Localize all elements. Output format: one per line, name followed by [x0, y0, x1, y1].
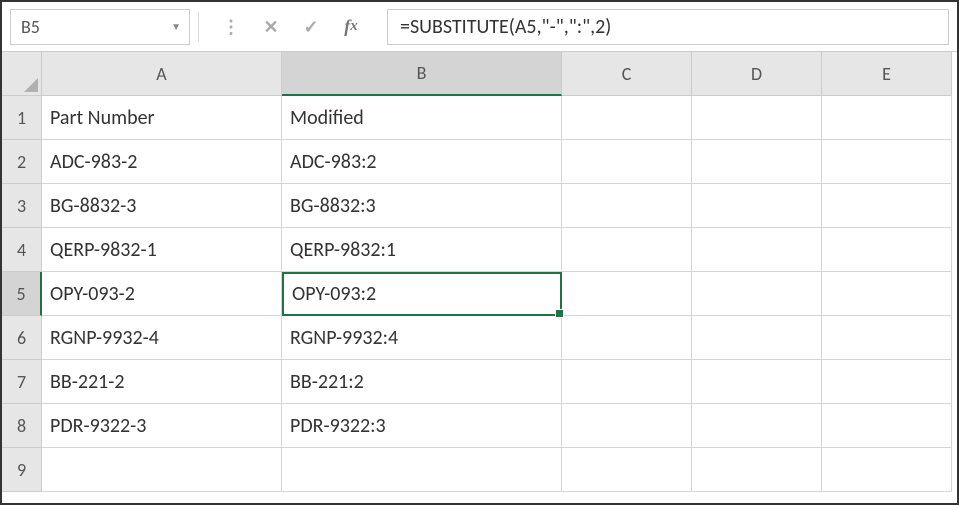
- cell-B4[interactable]: QERP-9832:1: [282, 228, 562, 272]
- cell-C4[interactable]: [562, 228, 692, 272]
- cell-A6[interactable]: RGNP-9932-4: [42, 316, 282, 360]
- row-header-1[interactable]: 1: [2, 96, 42, 140]
- name-box[interactable]: B5 ▼: [10, 9, 190, 45]
- formula-bar-buttons: ✕ ✓ fx: [207, 9, 375, 45]
- cell-D2[interactable]: [692, 140, 822, 184]
- cell-D7[interactable]: [692, 360, 822, 404]
- cell-C7[interactable]: [562, 360, 692, 404]
- row-header-2[interactable]: 2: [2, 140, 42, 184]
- cell-D1[interactable]: [692, 96, 822, 140]
- cell-A2[interactable]: ADC-983-2: [42, 140, 282, 184]
- cell-B1[interactable]: Modified: [282, 96, 562, 140]
- cell-D5[interactable]: [692, 272, 822, 316]
- cell-D9[interactable]: [692, 448, 822, 492]
- cell-A5[interactable]: OPY-093-2: [42, 272, 282, 316]
- row-header-8[interactable]: 8: [2, 404, 42, 448]
- cell-E6[interactable]: [822, 316, 952, 360]
- formula-bar: B5 ▼ ✕ ✓ fx =SUBSTITUTE(A5,"-",":",2): [2, 2, 957, 52]
- row-header-5[interactable]: 5: [2, 272, 42, 316]
- column-header-C[interactable]: C: [562, 52, 692, 96]
- cell-E3[interactable]: [822, 184, 952, 228]
- cancel-icon[interactable]: ✕: [253, 9, 289, 45]
- column-header-A[interactable]: A: [42, 52, 282, 96]
- row-header-4[interactable]: 4: [2, 228, 42, 272]
- cell-C2[interactable]: [562, 140, 692, 184]
- spreadsheet-grid: ABCDE 1Part NumberModified 2ADC-983-2ADC-9…: [2, 52, 957, 492]
- row-header-9[interactable]: 9: [2, 448, 42, 492]
- name-box-text: B5: [21, 16, 40, 38]
- column-header-D[interactable]: D: [692, 52, 822, 96]
- cell-A7[interactable]: BB-221-2: [42, 360, 282, 404]
- cell-D4[interactable]: [692, 228, 822, 272]
- row-header-7[interactable]: 7: [2, 360, 42, 404]
- cell-D8[interactable]: [692, 404, 822, 448]
- cell-E9[interactable]: [822, 448, 952, 492]
- cell-E7[interactable]: [822, 360, 952, 404]
- cell-B6[interactable]: RGNP-9932:4: [282, 316, 562, 360]
- cell-C9[interactable]: [562, 448, 692, 492]
- cell-B5[interactable]: OPY-093:2: [282, 272, 562, 316]
- cell-D3[interactable]: [692, 184, 822, 228]
- select-all-corner[interactable]: [2, 52, 42, 96]
- cell-E4[interactable]: [822, 228, 952, 272]
- cell-E5[interactable]: [822, 272, 952, 316]
- column-header-B[interactable]: B: [282, 52, 562, 96]
- cell-B3[interactable]: BG-8832:3: [282, 184, 562, 228]
- cell-B9[interactable]: [282, 448, 562, 492]
- cell-C3[interactable]: [562, 184, 692, 228]
- formula-text: =SUBSTITUTE(A5,"-",":",2): [400, 15, 611, 39]
- cell-A1[interactable]: Part Number: [42, 96, 282, 140]
- divider: [198, 12, 199, 42]
- cell-E2[interactable]: [822, 140, 952, 184]
- cell-B8[interactable]: PDR-9322:3: [282, 404, 562, 448]
- cell-A8[interactable]: PDR-9322-3: [42, 404, 282, 448]
- formula-input[interactable]: =SUBSTITUTE(A5,"-",":",2): [387, 9, 949, 45]
- cell-C1[interactable]: [562, 96, 692, 140]
- column-header-E[interactable]: E: [822, 52, 952, 96]
- cell-E1[interactable]: [822, 96, 952, 140]
- more-icon[interactable]: [213, 9, 249, 45]
- cell-C5[interactable]: [562, 272, 692, 316]
- fx-icon[interactable]: fx: [333, 9, 369, 45]
- cell-A4[interactable]: QERP-9832-1: [42, 228, 282, 272]
- row-header-6[interactable]: 6: [2, 316, 42, 360]
- cell-C6[interactable]: [562, 316, 692, 360]
- cell-B2[interactable]: ADC-983:2: [282, 140, 562, 184]
- cell-A9[interactable]: [42, 448, 282, 492]
- dropdown-arrow-icon[interactable]: ▼: [171, 20, 181, 33]
- cell-C8[interactable]: [562, 404, 692, 448]
- cell-E8[interactable]: [822, 404, 952, 448]
- enter-icon[interactable]: ✓: [293, 9, 329, 45]
- cell-B7[interactable]: BB-221:2: [282, 360, 562, 404]
- cell-A3[interactable]: BG-8832-3: [42, 184, 282, 228]
- cell-D6[interactable]: [692, 316, 822, 360]
- row-header-3[interactable]: 3: [2, 184, 42, 228]
